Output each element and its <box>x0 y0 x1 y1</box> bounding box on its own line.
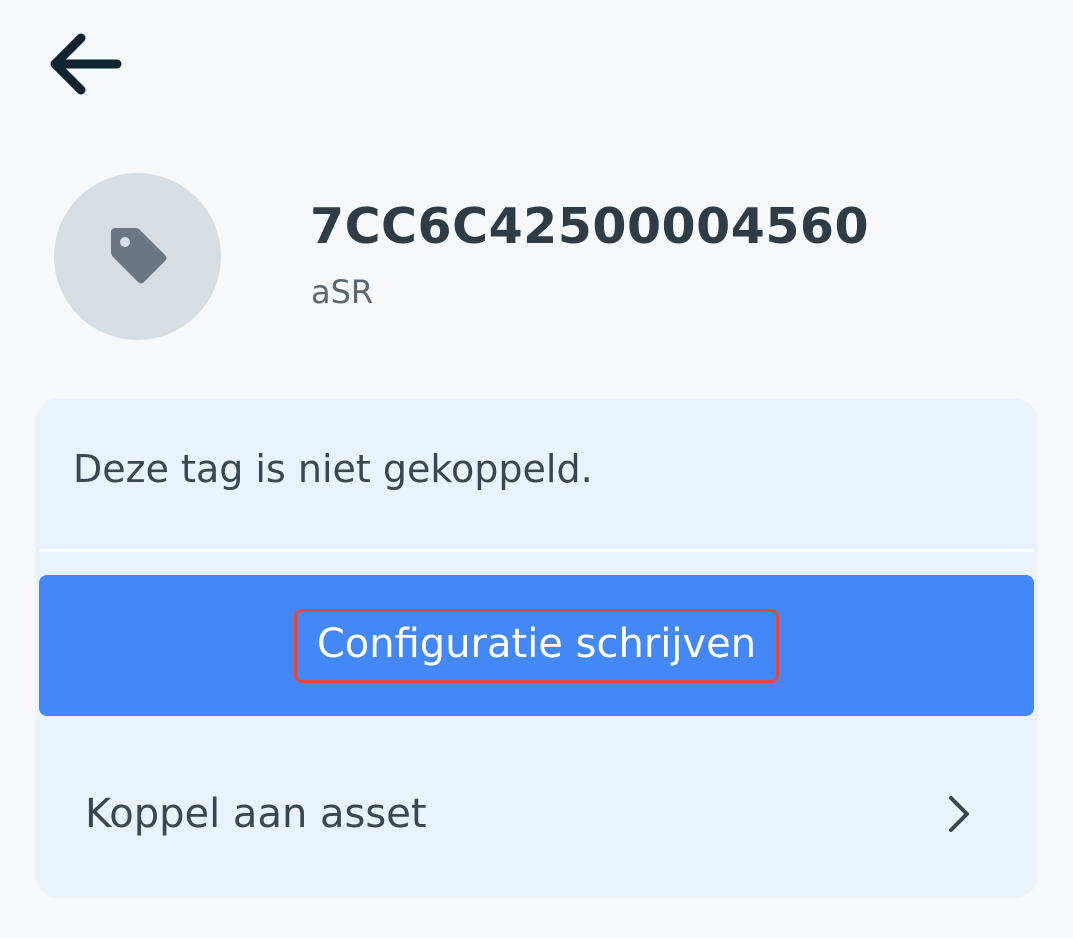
link-to-asset-button[interactable]: Koppel aan asset <box>39 735 1034 893</box>
chevron-right-icon <box>946 794 972 834</box>
arrow-left-icon <box>45 30 123 102</box>
divider <box>39 549 1034 552</box>
tag-owner: aSR <box>311 273 374 311</box>
tag-status-card: Deze tag is niet gekoppeld. Configuratie… <box>36 399 1037 896</box>
tag-icon <box>105 222 171 292</box>
avatar <box>54 173 221 340</box>
back-button[interactable] <box>40 28 128 104</box>
tag-id: 7CC6C42500004560 <box>310 198 870 255</box>
write-configuration-label: Configuratie schrijven <box>293 608 780 683</box>
status-text: Deze tag is niet gekoppeld. <box>73 447 593 491</box>
link-to-asset-label: Koppel aan asset <box>85 791 427 837</box>
write-configuration-button[interactable]: Configuratie schrijven <box>39 575 1034 716</box>
